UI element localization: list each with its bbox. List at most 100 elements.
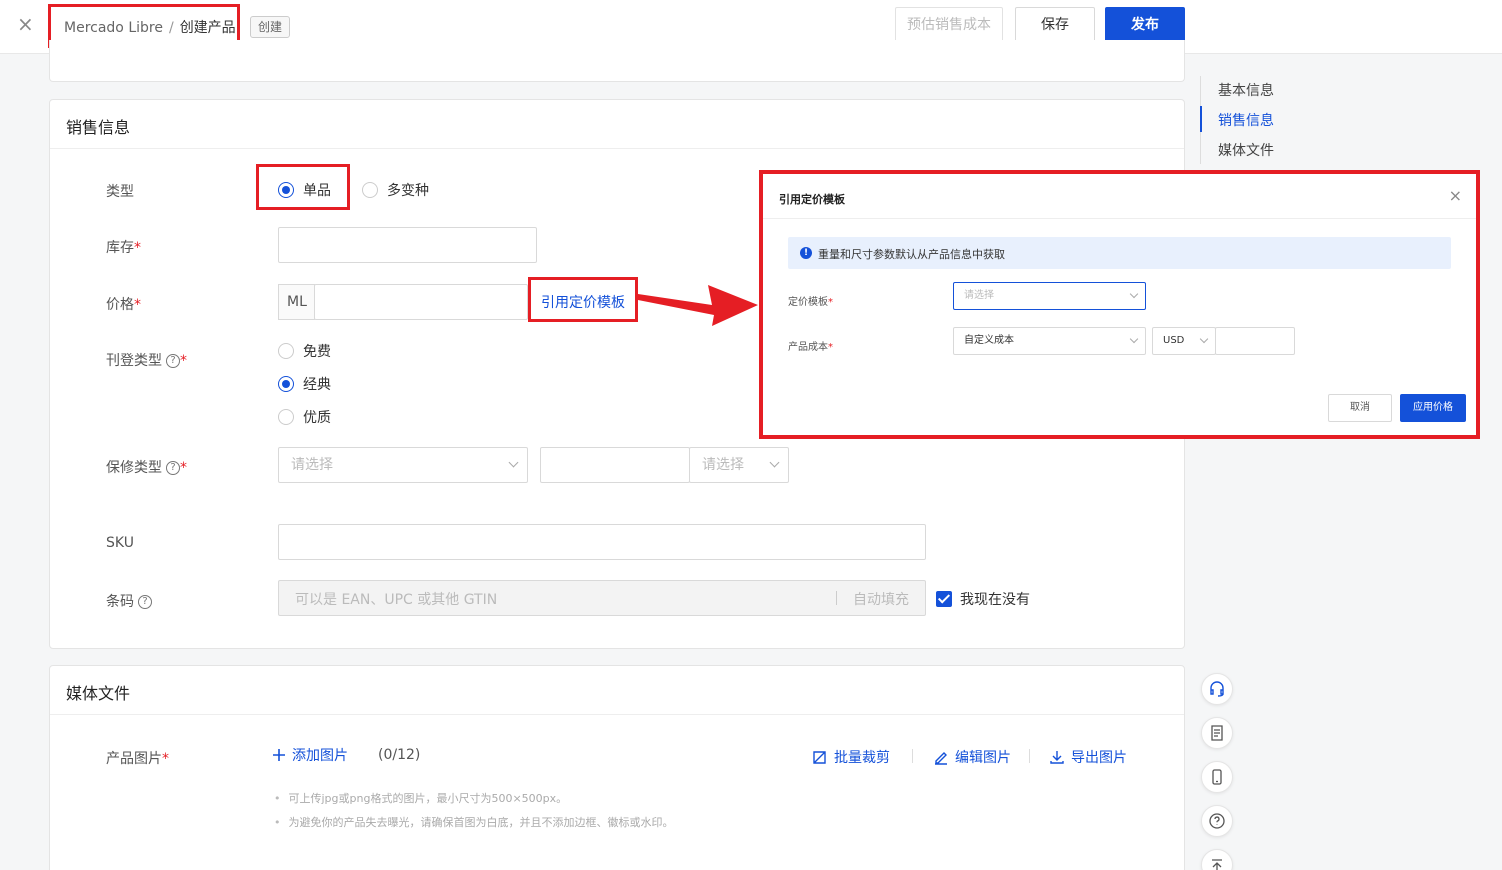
stock-input[interactable] bbox=[278, 227, 537, 263]
radio-label: 单品 bbox=[303, 183, 331, 199]
barcode-placeholder: 可以是 EAN、UPC 或其他 GTIN bbox=[295, 592, 498, 608]
no-barcode-label[interactable]: 我现在没有 bbox=[960, 589, 1030, 609]
pricing-template-link[interactable]: 引用定价模板 bbox=[541, 292, 625, 312]
radio-label: 多变种 bbox=[387, 183, 429, 199]
radio-checked-icon bbox=[278, 376, 294, 392]
close-icon[interactable]: × bbox=[1449, 188, 1462, 204]
radio-unchecked-icon bbox=[278, 343, 294, 359]
select-placeholder: 请选择 bbox=[964, 290, 994, 301]
upload-hint-1: 可上传jpg或png格式的图片，最小尺寸为500×500px。 bbox=[274, 790, 568, 806]
help-button[interactable] bbox=[1201, 805, 1233, 837]
divider bbox=[763, 218, 1476, 219]
batch-crop-label: 批量裁剪 bbox=[834, 750, 890, 766]
notes-button[interactable] bbox=[1201, 717, 1233, 749]
apply-price-button[interactable]: 应用价格 bbox=[1400, 394, 1466, 422]
media-card: 媒体文件 bbox=[49, 665, 1185, 870]
image-count: (0/12) bbox=[378, 747, 421, 763]
crop-icon bbox=[813, 751, 826, 764]
pricing-template-select[interactable]: 请选择 bbox=[953, 282, 1146, 310]
save-button[interactable]: 保存 bbox=[1015, 7, 1095, 43]
cost-label: 产品成本* bbox=[788, 338, 833, 353]
alert-text: 重量和尺寸参数默认从产品信息中获取 bbox=[818, 248, 1005, 261]
barcode-input[interactable]: 可以是 EAN、UPC 或其他 GTIN 自动填充 bbox=[278, 580, 926, 616]
warranty-unit-select[interactable]: 请选择 bbox=[689, 447, 789, 483]
cost-amount-input[interactable] bbox=[1215, 327, 1295, 355]
breadcrumb-root[interactable]: Mercado Libre bbox=[64, 20, 163, 36]
annotation-arrow-icon bbox=[638, 285, 758, 326]
download-icon bbox=[1050, 751, 1064, 764]
divider bbox=[836, 591, 837, 605]
autofill-button[interactable]: 自动填充 bbox=[853, 589, 909, 609]
type-label: 类型 bbox=[106, 184, 134, 200]
publish-button[interactable]: 发布 bbox=[1105, 7, 1185, 43]
currency-prefix: ML bbox=[278, 284, 315, 320]
chevron-down-icon bbox=[1129, 334, 1139, 344]
template-label: 定价模板* bbox=[788, 293, 833, 308]
nav-item-basic-info[interactable]: 基本信息 bbox=[1218, 80, 1274, 100]
breadcrumb-current: 创建产品 bbox=[179, 20, 236, 36]
nav-item-media[interactable]: 媒体文件 bbox=[1218, 140, 1274, 160]
cost-label-text: 产品成本 bbox=[788, 342, 828, 353]
chevron-down-icon bbox=[1199, 334, 1209, 344]
help-icon[interactable]: ? bbox=[166, 354, 180, 368]
warranty-label: 保修类型? * bbox=[106, 457, 187, 477]
no-barcode-checkbox[interactable] bbox=[936, 591, 952, 607]
required-mark: * bbox=[180, 460, 187, 476]
warranty-type-select[interactable]: 请选择 bbox=[278, 447, 528, 483]
radio-single-item[interactable]: 单品 bbox=[278, 180, 331, 200]
chevron-down-icon bbox=[508, 457, 519, 468]
required-mark: * bbox=[828, 342, 833, 353]
chevron-down-icon bbox=[769, 457, 780, 468]
export-images-label: 导出图片 bbox=[1071, 750, 1127, 766]
warranty-duration-input[interactable] bbox=[540, 447, 690, 483]
upload-hint-2: 为避免你的产品失去曝光，请确保首图为白底，并且不添加边框、徽标或水印。 bbox=[274, 814, 674, 830]
batch-crop-button[interactable]: 批量裁剪 bbox=[812, 747, 890, 767]
required-mark: * bbox=[828, 297, 833, 308]
export-images-button[interactable]: 导出图片 bbox=[1049, 747, 1127, 767]
section-title: 销售信息 bbox=[66, 118, 131, 137]
anchor-nav-indicator bbox=[1200, 106, 1202, 132]
stock-label-text: 库存 bbox=[106, 240, 134, 256]
radio-listing-premium[interactable]: 优质 bbox=[278, 407, 331, 427]
help-icon[interactable]: ? bbox=[138, 595, 152, 609]
basic-info-card bbox=[49, 40, 1185, 82]
cost-type-select[interactable]: 自定义成本 bbox=[953, 327, 1146, 355]
radio-listing-classic[interactable]: 经典 bbox=[278, 374, 331, 394]
close-icon[interactable]: × bbox=[17, 12, 34, 36]
required-mark: * bbox=[180, 353, 187, 369]
required-mark: * bbox=[134, 240, 141, 256]
info-alert: ! 重量和尺寸参数默认从产品信息中获取 bbox=[788, 237, 1451, 269]
modal-title: 引用定价模板 bbox=[779, 193, 845, 206]
estimate-cost-button[interactable]: 预估销售成本 bbox=[895, 7, 1003, 43]
back-to-top-button[interactable] bbox=[1201, 849, 1233, 870]
select-value: USD bbox=[1163, 335, 1185, 346]
price-label-text: 价格 bbox=[106, 297, 134, 313]
required-mark: * bbox=[134, 297, 141, 313]
price-label: 价格* bbox=[106, 294, 141, 314]
chevron-down-icon bbox=[1129, 289, 1139, 299]
headset-icon bbox=[1210, 681, 1224, 697]
section-title: 媒体文件 bbox=[66, 684, 131, 703]
support-button[interactable] bbox=[1201, 673, 1233, 705]
nav-item-sales-info[interactable]: 销售信息 bbox=[1218, 110, 1274, 130]
info-icon: ! bbox=[800, 247, 812, 259]
barcode-label-text: 条码 bbox=[106, 594, 134, 610]
sku-input[interactable] bbox=[278, 524, 926, 560]
divider bbox=[912, 749, 913, 763]
divider bbox=[1029, 749, 1030, 763]
radio-unchecked-icon bbox=[362, 182, 378, 198]
plus-icon bbox=[273, 749, 285, 761]
product-images-label-text: 产品图片 bbox=[106, 751, 162, 767]
mobile-preview-button[interactable] bbox=[1201, 761, 1233, 793]
add-image-button[interactable]: 添加图片 bbox=[272, 745, 348, 765]
cancel-button[interactable]: 取消 bbox=[1328, 394, 1392, 422]
select-placeholder: 请选择 bbox=[702, 457, 744, 473]
radio-listing-free[interactable]: 免费 bbox=[278, 341, 331, 361]
template-label-text: 定价模板 bbox=[788, 297, 828, 308]
warranty-label-text: 保修类型 bbox=[106, 460, 162, 476]
edit-images-button[interactable]: 编辑图片 bbox=[933, 747, 1011, 767]
price-input[interactable] bbox=[314, 284, 528, 320]
radio-multi-variant[interactable]: 多变种 bbox=[362, 180, 429, 200]
currency-select[interactable]: USD bbox=[1152, 327, 1216, 355]
help-icon[interactable]: ? bbox=[166, 461, 180, 475]
